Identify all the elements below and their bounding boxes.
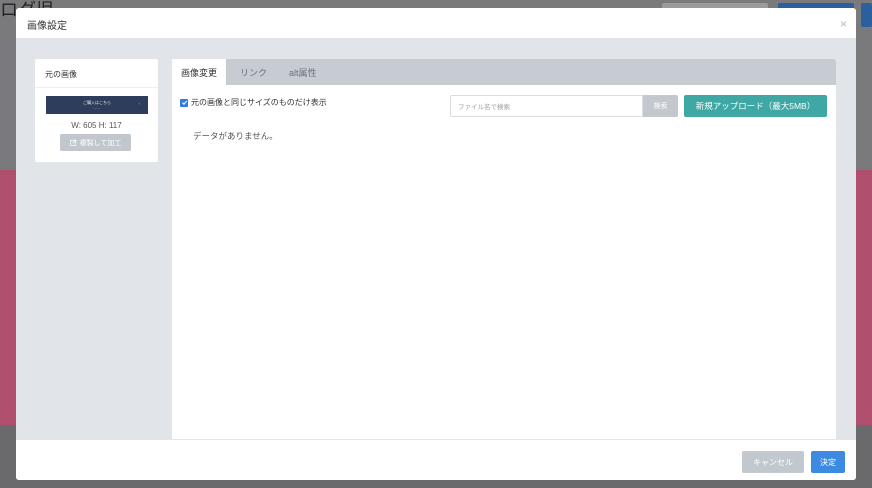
image-dimensions: W: 605 H: 117 (71, 121, 122, 130)
filename-search-input[interactable] (451, 97, 642, 118)
filename-search-field[interactable] (450, 95, 643, 118)
thumbnail-subtext: — — (93, 106, 101, 110)
close-icon[interactable]: × (840, 18, 847, 30)
original-image-thumbnail: ご購入はこちら — — › (46, 96, 148, 114)
image-settings-modal: 画像設定 × 元の画像 ご購入はこちら — — › W: 605 H: 117 … (16, 8, 856, 480)
modal-body: 元の画像 ご購入はこちら — — › W: 605 H: 117 複製して加工 … (16, 38, 856, 441)
card-divider (35, 87, 158, 88)
image-panel: 画像変更 リンク alt属性 元の画像と同じサイズのものだけ表示 検索 新規アッ… (172, 59, 836, 441)
cancel-button[interactable]: キャンセル (742, 451, 804, 473)
confirm-button[interactable]: 決定 (811, 451, 845, 473)
thumbnail-arrow-icon: › (138, 101, 140, 106)
copy-and-edit-label: 複製して加工 (79, 139, 122, 147)
original-image-card: 元の画像 ご購入はこちら — — › W: 605 H: 117 複製して加工 (35, 59, 158, 162)
same-size-checkbox[interactable] (180, 98, 188, 107)
checkmark-icon (181, 100, 187, 106)
tab-change-image[interactable]: 画像変更 (172, 59, 226, 85)
modal-header: 画像設定 × (16, 8, 856, 39)
search-button[interactable]: 検索 (643, 95, 678, 117)
backdrop-button-blue-edge (861, 3, 872, 27)
same-size-filter[interactable]: 元の画像と同じサイズのものだけ表示 (180, 97, 327, 108)
tab-alt-attribute[interactable]: alt属性 (289, 59, 317, 85)
tab-bar: 画像変更 リンク alt属性 (172, 59, 836, 85)
new-upload-button[interactable]: 新規アップロード（最大5MB） (684, 95, 827, 117)
edit-icon (69, 139, 77, 146)
original-image-title: 元の画像 (45, 70, 77, 79)
same-size-label: 元の画像と同じサイズのものだけ表示 (191, 98, 327, 107)
copy-and-edit-button[interactable]: 複製して加工 (60, 134, 131, 151)
tab-link[interactable]: リンク (240, 59, 267, 85)
modal-footer: キャンセル 決定 (16, 439, 856, 480)
empty-state-message: データがありません。 (193, 131, 278, 141)
modal-title: 画像設定 (27, 21, 67, 32)
